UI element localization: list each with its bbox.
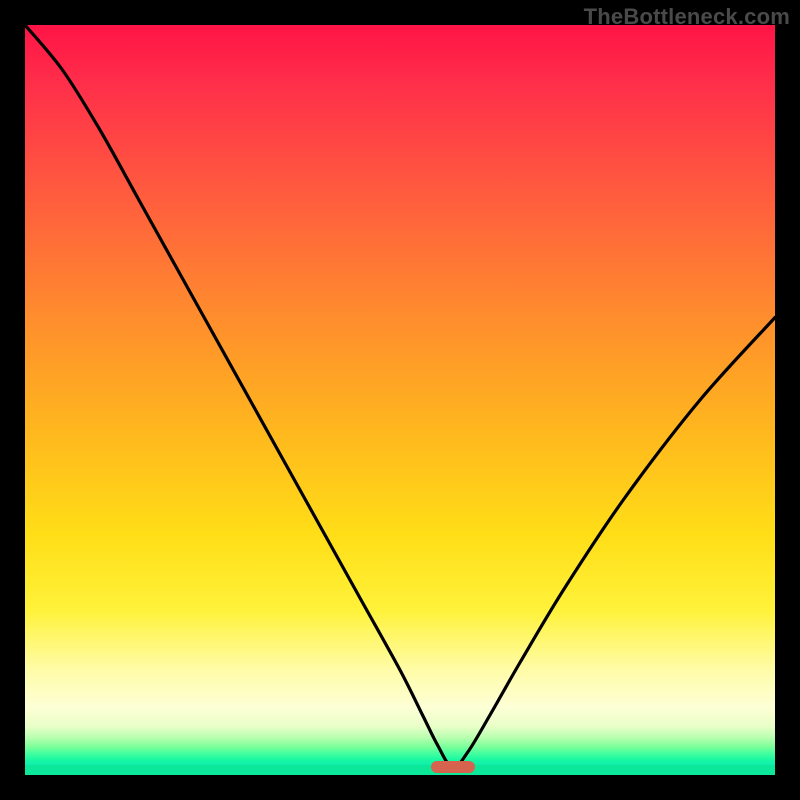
- curve-path: [25, 25, 775, 768]
- minimum-marker: [431, 761, 475, 773]
- bottleneck-curve: [25, 25, 775, 775]
- plot-area: [25, 25, 775, 775]
- chart-frame: TheBottleneck.com: [0, 0, 800, 800]
